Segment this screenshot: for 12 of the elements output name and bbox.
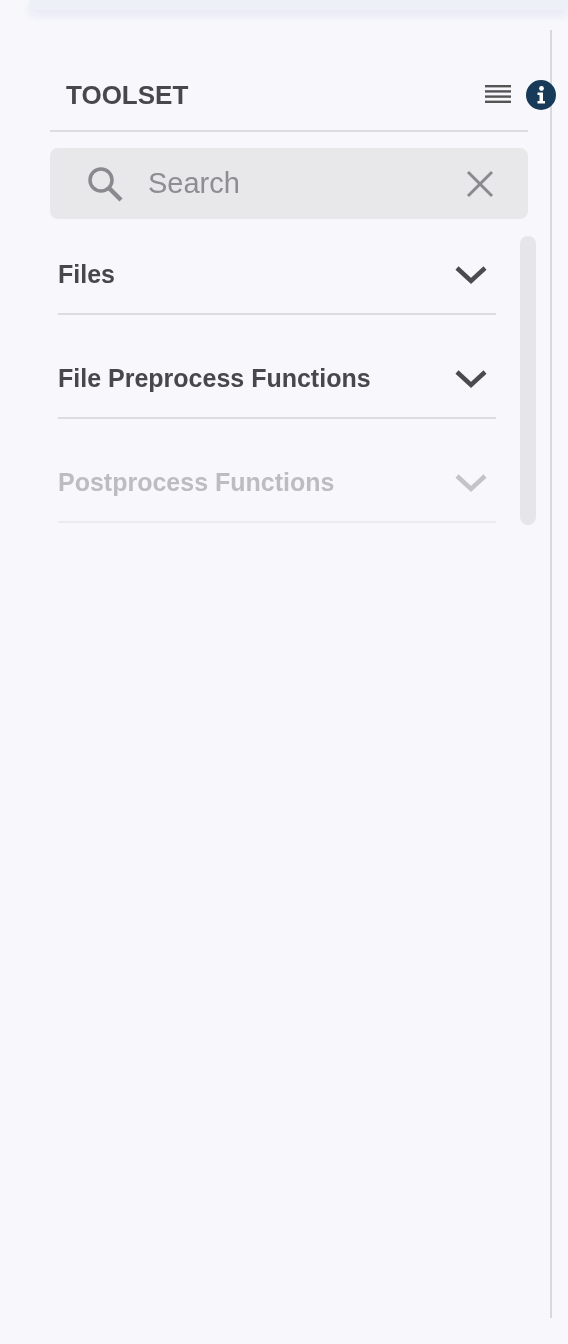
list-icon[interactable]	[484, 84, 512, 106]
info-icon[interactable]	[526, 80, 556, 110]
chevron-icon	[454, 368, 488, 389]
clear-icon[interactable]	[466, 169, 494, 198]
section-header[interactable]: Files	[58, 236, 496, 315]
search-icon	[86, 164, 124, 203]
search-field[interactable]: Search	[50, 148, 528, 219]
chevron-icon	[454, 472, 488, 493]
panel-title: TOOLSET	[66, 79, 190, 111]
section-header[interactable]: File Preprocess Functions	[58, 340, 496, 419]
chevron-icon	[454, 264, 488, 285]
search-input[interactable]: Search	[146, 166, 444, 201]
